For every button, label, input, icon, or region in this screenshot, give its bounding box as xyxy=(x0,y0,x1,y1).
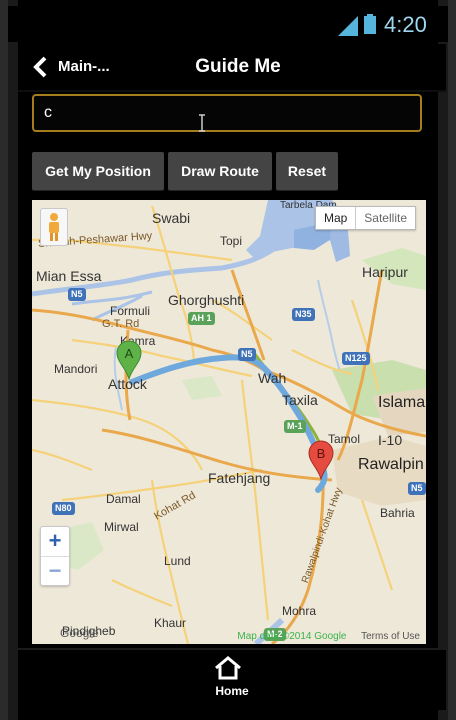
map-type-satellite-button[interactable]: Satellite xyxy=(355,207,415,229)
highway-shield: AH 1 xyxy=(188,312,215,325)
place-label: Ghorghushti xyxy=(168,292,245,308)
road-label: G.T. Rd xyxy=(102,318,140,330)
place-label: Haripur xyxy=(362,264,408,280)
highway-shield: M-1 xyxy=(284,420,306,433)
place-label: Fatehjang xyxy=(208,470,271,486)
place-label: Rawalpin xyxy=(358,456,424,473)
place-label: Mohra xyxy=(282,604,317,618)
chevron-left-icon[interactable] xyxy=(32,56,48,78)
place-label: Islamab xyxy=(378,394,426,411)
highway-shield: N125 xyxy=(342,352,370,365)
place-label: Mian Essa xyxy=(36,268,102,284)
highway-shield: N80 xyxy=(52,502,75,515)
terms-of-use-link[interactable]: Terms of Use xyxy=(361,631,420,642)
place-label: Swabi xyxy=(152,210,191,226)
status-time: 4:20 xyxy=(384,12,427,37)
device-bezel-left xyxy=(8,0,18,720)
device-bezel-right xyxy=(438,0,448,720)
place-label: Formuli xyxy=(110,304,151,318)
place-label: Mirwal xyxy=(104,520,139,534)
highway-shield: N35 xyxy=(292,308,315,321)
reset-button[interactable]: Reset xyxy=(276,152,338,190)
zoom-in-button[interactable]: + xyxy=(41,527,69,557)
map-type-control: Map Satellite xyxy=(314,206,416,230)
highway-shield: N5 xyxy=(68,288,86,301)
google-logo: Google xyxy=(60,626,99,640)
street-view-pegman-icon[interactable] xyxy=(40,208,68,246)
home-button-label[interactable]: Home xyxy=(18,684,446,698)
marker-a-letter: A xyxy=(125,346,134,361)
battery-icon xyxy=(364,14,376,34)
place-label: Khaur xyxy=(154,616,187,630)
highway-shield: N5 xyxy=(238,348,256,361)
marker-b-letter: B xyxy=(317,446,326,461)
place-label: Topi xyxy=(220,234,243,248)
place-label: Wah xyxy=(258,370,287,386)
back-button-label[interactable]: Main-... xyxy=(58,58,110,75)
map-type-map-button[interactable]: Map xyxy=(316,207,355,229)
place-label: Damal xyxy=(106,492,141,506)
zoom-out-button[interactable]: − xyxy=(41,557,69,586)
place-label: Bahria xyxy=(380,506,415,520)
marker-a-icon[interactable]: A xyxy=(116,340,142,380)
text-cursor-icon xyxy=(199,114,205,132)
place-label: Taxila xyxy=(282,392,318,408)
place-label: Mandori xyxy=(54,362,98,376)
map-data-credit: Map data ©2014 Google xyxy=(237,631,347,642)
signal-icon xyxy=(338,16,358,36)
map-attribution: Map data ©2014 Google Terms of Use xyxy=(237,631,420,642)
marker-b-icon[interactable]: B xyxy=(308,440,334,480)
action-bar-divider xyxy=(18,90,446,92)
search-input[interactable] xyxy=(32,94,422,132)
home-icon[interactable] xyxy=(214,656,242,680)
highway-shield: N5 xyxy=(408,482,426,495)
status-bar: 4:20 xyxy=(8,6,448,42)
place-label: Lund xyxy=(164,554,191,568)
zoom-control: + − xyxy=(40,526,70,586)
map-view[interactable]: Swabi Topi Tarbela Dam Haripur Mian Essa… xyxy=(32,200,426,644)
place-label: I-10 xyxy=(378,432,403,448)
get-my-position-button[interactable]: Get My Position xyxy=(32,152,164,190)
bottom-bar: Home xyxy=(18,648,446,710)
action-bar: Main-... Guide Me xyxy=(18,44,446,90)
draw-route-button[interactable]: Draw Route xyxy=(168,152,272,190)
